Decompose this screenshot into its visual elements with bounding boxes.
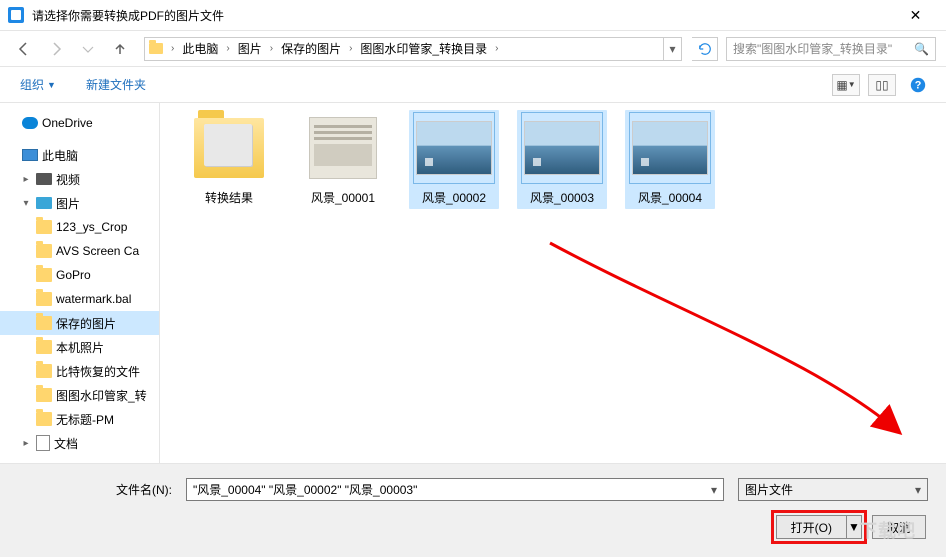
help-button[interactable]: ? [904, 74, 932, 96]
filename-label: 文件名(N): [18, 481, 178, 498]
file-label: 风景_00004 [628, 189, 712, 206]
folder-icon [36, 340, 52, 354]
tree-pictures[interactable]: ▾图片 [0, 191, 159, 215]
new-folder-button[interactable]: 新建文件夹 [80, 72, 152, 97]
folder-icon [36, 244, 52, 258]
close-button[interactable]: ✕ [893, 0, 938, 31]
breadcrumb-item[interactable]: 此电脑 [178, 40, 222, 57]
folder-icon [36, 292, 52, 306]
pictures-icon [36, 197, 52, 209]
chevron-right-icon[interactable]: › [167, 43, 178, 54]
breadcrumb-item[interactable]: 保存的图片 [277, 40, 345, 57]
up-button[interactable] [106, 36, 134, 62]
chevron-down-icon: ▼ [47, 80, 56, 90]
filetype-select[interactable]: 图片文件 [738, 478, 928, 501]
dialog-footer: 文件名(N): "风景_00004" "风景_00002" "风景_00003"… [0, 463, 946, 557]
view-thumbnails-button[interactable]: ▦ ▼ [832, 74, 860, 96]
search-placeholder: 搜索"图图水印管家_转换目录" [733, 40, 892, 57]
preview-pane-button[interactable]: ▯▯ [868, 74, 896, 96]
chevron-right-icon[interactable]: › [266, 43, 277, 54]
file-label: 风景_00002 [412, 189, 496, 206]
folder-icon [36, 316, 52, 330]
tree-pc[interactable]: 此电脑 [0, 143, 159, 167]
chevron-right-icon[interactable]: › [491, 43, 502, 54]
file-item-selected[interactable]: 风景_00004 [625, 110, 715, 209]
tree-onedrive[interactable]: OneDrive [0, 111, 159, 135]
nav-row: › 此电脑 › 图片 › 保存的图片 › 图图水印管家_转换目录 › ▾ 搜索"… [0, 31, 946, 67]
tree-folder[interactable]: AVS Screen Ca [0, 239, 159, 263]
file-label: 风景_00001 [298, 189, 388, 206]
organize-menu[interactable]: 组织 ▼ [14, 72, 62, 97]
tree-folder[interactable]: watermark.bal [0, 287, 159, 311]
folder-icon [36, 412, 52, 426]
tree-folder[interactable]: 123_ys_Crop [0, 215, 159, 239]
pc-icon [22, 149, 38, 161]
tree-folder[interactable]: 比特恢复的文件 [0, 359, 159, 383]
tree-folder[interactable]: 本机照片 [0, 335, 159, 359]
folder-icon [145, 43, 167, 54]
breadcrumb-item[interactable]: 图图水印管家_转换目录 [356, 40, 491, 57]
main: OneDrive 此电脑 ▸视频 ▾图片 123_ys_Crop AVS Scr… [0, 103, 946, 463]
file-list[interactable]: 转换结果 风景_00001 风景_00002 风景_00003 风景_00004 [160, 103, 946, 463]
folder-thumb-icon [194, 118, 264, 178]
tree-folder[interactable]: 图图水印管家_转 [0, 383, 159, 407]
tree-video[interactable]: ▸视频 [0, 167, 159, 191]
recent-dropdown[interactable] [74, 36, 102, 62]
folder-icon [36, 364, 52, 378]
sidebar: OneDrive 此电脑 ▸视频 ▾图片 123_ys_Crop AVS Scr… [0, 103, 160, 463]
forward-button[interactable] [42, 36, 70, 62]
search-input[interactable]: 搜索"图图水印管家_转换目录" 🔍 [726, 37, 936, 61]
file-label: 风景_00003 [520, 189, 604, 206]
folder-icon [36, 388, 52, 402]
video-icon [36, 173, 52, 185]
breadcrumb[interactable]: › 此电脑 › 图片 › 保存的图片 › 图图水印管家_转换目录 › ▾ [144, 37, 682, 61]
file-item-selected[interactable]: 风景_00003 [517, 110, 607, 209]
window-title: 请选择你需要转换成PDF的图片文件 [32, 7, 893, 24]
image-thumb [416, 121, 492, 175]
file-item-folder[interactable]: 转换结果 [184, 113, 274, 206]
search-icon[interactable]: 🔍 [914, 42, 929, 56]
titlebar: 请选择你需要转换成PDF的图片文件 ✕ [0, 0, 946, 31]
svg-text:?: ? [915, 79, 922, 91]
annotation-arrow [540, 233, 920, 443]
watermark-text: 下载吧 [859, 517, 916, 543]
folder-icon [36, 268, 52, 282]
file-item-selected[interactable]: 风景_00002 [409, 110, 499, 209]
chevron-right-icon[interactable]: › [345, 43, 356, 54]
image-thumb [309, 117, 377, 179]
chevron-right-icon[interactable]: › [222, 43, 233, 54]
tree-documents[interactable]: ▸文档 [0, 431, 159, 455]
back-button[interactable] [10, 36, 38, 62]
onedrive-icon [22, 117, 38, 129]
refresh-button[interactable] [692, 37, 718, 61]
tree-folder-selected[interactable]: 保存的图片 [0, 311, 159, 335]
documents-icon [36, 435, 50, 451]
image-thumb [524, 121, 600, 175]
open-button[interactable]: 打开(O) [776, 515, 846, 539]
breadcrumb-dropdown[interactable]: ▾ [663, 38, 681, 60]
image-thumb [632, 121, 708, 175]
filename-input[interactable]: "风景_00004" "风景_00002" "风景_00003"▾ [186, 478, 724, 501]
app-icon [8, 7, 24, 23]
folder-icon [36, 220, 52, 234]
tree-folder[interactable]: 无标题-PM [0, 407, 159, 431]
breadcrumb-item[interactable]: 图片 [234, 40, 266, 57]
annotation-highlight: 打开(O) ▼ [771, 510, 867, 544]
tree-folder[interactable]: GoPro [0, 263, 159, 287]
toolbar: 组织 ▼ 新建文件夹 ▦ ▼ ▯▯ ? [0, 67, 946, 103]
file-item[interactable]: 风景_00001 [298, 113, 388, 206]
file-label: 转换结果 [184, 189, 274, 206]
